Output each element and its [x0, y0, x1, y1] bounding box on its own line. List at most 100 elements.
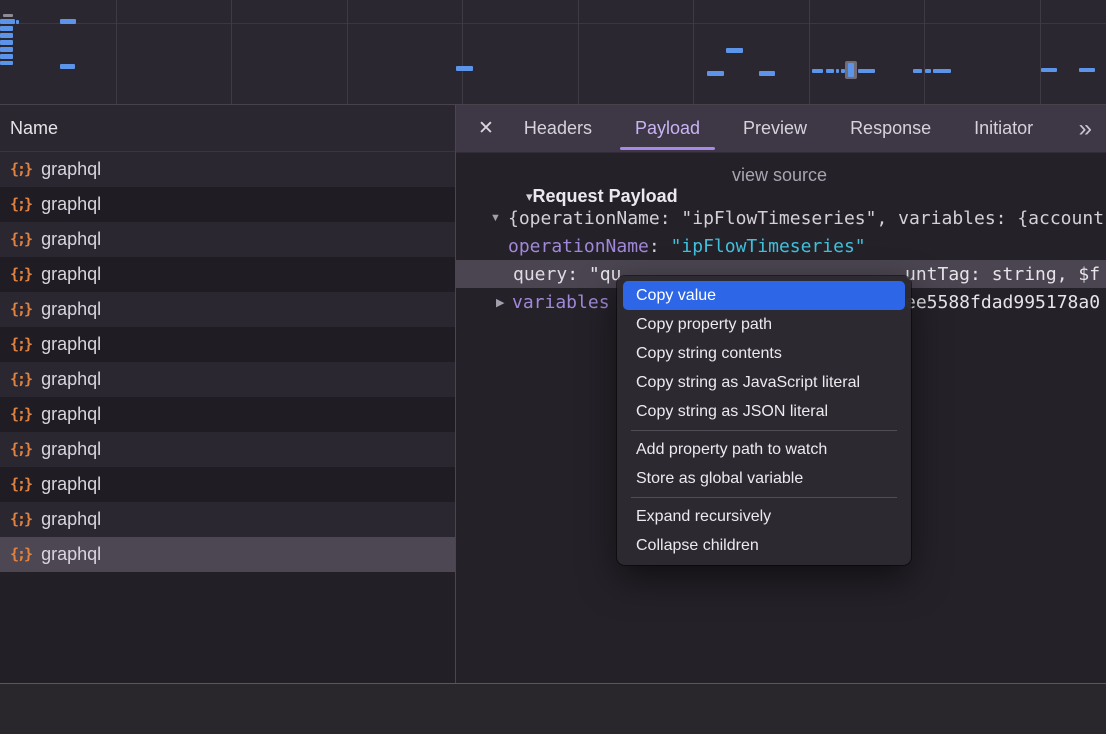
devtools-window: Name {;}graphql{;}graphql{;}graphql{;}gr… [0, 0, 1106, 734]
overview-request-bar [913, 69, 922, 73]
details-tabbar: ✕ Headers Payload Preview Response Initiator… [456, 105, 1106, 153]
tab-response[interactable]: Response [850, 105, 931, 152]
overview-request-bar [759, 71, 775, 76]
request-row[interactable]: {;}graphql [0, 292, 455, 327]
tab-initiator[interactable]: Initiator [974, 105, 1033, 152]
overview-gridline [924, 0, 925, 104]
status-summary-bar [0, 683, 1106, 734]
menu-item-add-property-path-to-watch[interactable]: Add property path to watch [623, 435, 905, 464]
overview-divider-line [0, 23, 1106, 24]
json-request-icon: {;} [10, 510, 31, 528]
request-row[interactable]: {;} graphql [0, 362, 455, 397]
json-request-icon: {;} [10, 265, 31, 283]
json-request-icon: {;} [10, 160, 31, 178]
menu-item-store-as-global-variable[interactable]: Store as global variable [623, 464, 905, 493]
expander-down-icon[interactable]: ▼ [490, 212, 501, 224]
overview-request-bar [456, 66, 473, 71]
json-request-icon: {;} [10, 335, 31, 353]
more-tabs-icon[interactable]: » [1079, 115, 1090, 143]
request-payload-section-header: ▾Request Payload view source [476, 165, 1106, 189]
request-row[interactable]: {;} graphql [0, 327, 455, 362]
view-source-link[interactable]: view source [732, 165, 827, 186]
request-name: graphql [41, 264, 101, 285]
request-name: graphql [41, 544, 101, 565]
request-name: graphql [41, 474, 101, 495]
overview-request-bar [0, 40, 13, 45]
json-request-icon: {;} [10, 545, 31, 563]
expander-right-icon[interactable]: ▶ [496, 296, 504, 309]
overview-gridline [347, 0, 348, 104]
overview-request-bar [925, 69, 931, 73]
overview-request-bar [0, 33, 13, 38]
overview-request-bar [836, 69, 839, 73]
json-root-row[interactable]: ▼ {operationName: "ipFlowTimeseries", va… [456, 204, 1106, 232]
menu-item-copy-string-as-javascript-literal[interactable]: Copy string as JavaScript literal [623, 368, 905, 397]
overview-gridline [1040, 0, 1041, 104]
menu-item-collapse-children[interactable]: Collapse children [623, 531, 905, 560]
request-name: graphql [41, 369, 101, 390]
overview-request-bar [0, 54, 13, 59]
request-row[interactable]: {;} graphql [0, 152, 455, 187]
request-row[interactable]: {;}graphql [0, 467, 455, 502]
request-row[interactable]: {;} graphql [0, 502, 455, 537]
overview-request-bar [60, 64, 75, 69]
overview-request-bar [1079, 68, 1095, 72]
overview-request-bar [16, 20, 19, 24]
json-request-icon: {;} [10, 370, 31, 388]
menu-item-expand-recursively[interactable]: Expand recursively [623, 502, 905, 531]
menu-separator [631, 497, 897, 498]
json-request-icon: {;} [10, 195, 31, 213]
context-menu: Copy valueCopy property pathCopy string … [617, 276, 911, 565]
property-key: variables [512, 292, 610, 313]
request-row[interactable]: {;} graphql [0, 222, 455, 257]
request-name: graphql [41, 404, 101, 425]
request-row[interactable]: {;} graphql [0, 257, 455, 292]
overview-request-bar [0, 61, 13, 65]
json-request-icon: {;} [10, 300, 31, 318]
json-request-icon: {;} [10, 405, 31, 423]
menu-item-copy-string-as-json-literal[interactable]: Copy string as JSON literal [623, 397, 905, 426]
request-name: graphql [41, 334, 101, 355]
network-main-area: Name {;}graphql{;}graphql{;}graphql{;}gr… [0, 105, 1106, 683]
property-key: operationName [508, 236, 649, 257]
property-value-right-fragment: ee5588fdad995178a0 [905, 292, 1100, 313]
request-name: graphql [41, 229, 101, 250]
overview-request-bar [858, 69, 875, 73]
tab-preview[interactable]: Preview [743, 105, 807, 152]
tab-payload[interactable]: Payload [635, 105, 700, 152]
requests-list: {;} graphql {;} graphql {;} graphql {;} graphql… [0, 152, 455, 572]
request-row[interactable]: {;} graphql [0, 397, 455, 432]
request-name: graphql [41, 509, 101, 530]
menu-item-copy-property-path[interactable]: Copy property path [623, 310, 905, 339]
tab-headers[interactable]: Headers [524, 105, 592, 152]
property-key: query [513, 264, 567, 285]
overview-request-bar [812, 69, 823, 73]
menu-item-copy-value[interactable]: Copy value [623, 281, 905, 310]
request-name: graphql [41, 439, 101, 460]
property-value-right-fragment: untTag: string, $f [905, 264, 1100, 285]
name-column-header[interactable]: Name [0, 105, 455, 152]
request-name: graphql [41, 159, 101, 180]
overview-gridline [231, 0, 232, 104]
json-request-icon: {;} [10, 230, 31, 248]
overview-gridline [693, 0, 694, 104]
request-row[interactable]: {;} graphql [0, 432, 455, 467]
json-row-operation-name[interactable]: operationName: "ipFlowTimeseries" [456, 232, 1106, 260]
key-separator: : [567, 264, 589, 285]
request-row[interactable]: {;} graphql [0, 537, 455, 572]
menu-item-copy-string-contents[interactable]: Copy string contents [623, 339, 905, 368]
overview-request-bar [933, 69, 951, 73]
request-name: graphql [41, 194, 101, 215]
tabs-container: Headers Payload Preview Response Initiator [524, 105, 1076, 152]
overview-gridline [809, 0, 810, 104]
json-request-icon: {;} [10, 440, 31, 458]
overview-gridline [578, 0, 579, 104]
menu-separator [631, 430, 897, 431]
request-row[interactable]: {;} graphql [0, 187, 455, 222]
section-title: Request Payload [533, 186, 678, 206]
overview-request-bar [726, 48, 743, 53]
requests-list-panel: Name {;}graphql{;}graphql{;}graphql{;}gr… [0, 105, 456, 683]
network-overview-timeline[interactable] [0, 0, 1106, 105]
close-icon[interactable]: ✕ [478, 117, 494, 140]
json-root-preview: {operationName: "ipFlowTimeseries", vari… [508, 208, 1104, 229]
